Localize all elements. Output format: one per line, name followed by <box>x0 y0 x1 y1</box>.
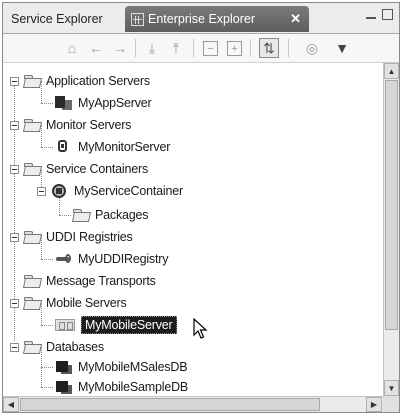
folder-icon <box>24 75 40 87</box>
tree-node-label: Service Containers <box>46 162 149 176</box>
export-icon[interactable]: ⤒ <box>167 39 185 57</box>
tree-guide-line <box>59 215 71 216</box>
explorer-view: Service Explorer Enterprise Explorer ✕ ⌂… <box>2 2 400 413</box>
scroll-down-arrow-icon[interactable]: ▼ <box>384 380 399 396</box>
toolbar-separator <box>288 39 289 57</box>
tree-node-service-containers[interactable]: Service Containers <box>10 159 148 179</box>
collapse-toggle-icon[interactable] <box>10 232 19 242</box>
tree-node-mobile-servers[interactable]: Mobile Servers <box>10 293 127 313</box>
enterprise-explorer-icon <box>131 12 144 26</box>
folder-icon <box>24 119 40 131</box>
vertical-scroll-thumb[interactable] <box>385 80 398 330</box>
scroll-left-arrow-icon[interactable]: ◀ <box>3 397 19 412</box>
database-icon <box>55 379 72 395</box>
folder-icon <box>24 231 40 243</box>
monitor-server-icon <box>55 139 72 155</box>
tree-node-label: Message Transports <box>46 274 156 288</box>
link-with-editor-icon[interactable]: ⇅ <box>259 38 279 58</box>
tree-node-label-selected: MyMobileServer <box>81 316 177 334</box>
tree-guide-line <box>41 103 53 104</box>
tab-enterprise-explorer-label: Enterprise Explorer <box>148 12 255 26</box>
filter-icon[interactable]: ◎ <box>301 39 323 57</box>
tree-node-my-uddi-registry[interactable]: MyUDDIRegistry <box>55 249 168 269</box>
folder-icon <box>24 297 40 309</box>
close-tab-icon[interactable]: ✕ <box>290 11 301 27</box>
horizontal-scroll-thumb[interactable] <box>20 398 320 411</box>
tab-service-explorer-label: Service Explorer <box>11 12 103 26</box>
collapse-toggle-icon[interactable] <box>10 76 19 86</box>
tree-node-application-servers[interactable]: Application Servers <box>10 71 150 91</box>
view-toolbar: ⌂ ← → ⤓ ⤒ − + ⇅ ◎ ▼ <box>3 34 399 63</box>
toolbar-separator <box>135 39 136 57</box>
toolbar-separator <box>193 39 194 57</box>
collapse-toggle-icon[interactable] <box>10 120 19 130</box>
database-icon <box>55 359 72 375</box>
folder-icon <box>73 209 89 221</box>
tree-node-my-mobile-msales-db[interactable]: MyMobileMSalesDB <box>55 357 188 377</box>
folder-icon <box>24 163 40 175</box>
tree-node-packages[interactable]: Packages <box>73 205 148 225</box>
tree-node-my-service-container[interactable]: MyServiceContainer <box>37 181 183 201</box>
mobile-server-icon <box>55 319 75 331</box>
horizontal-scrollbar[interactable]: ◀ ▶ <box>3 396 383 412</box>
tree-node-label: Application Servers <box>46 74 150 88</box>
expand-all-icon[interactable]: + <box>227 41 242 56</box>
view-menu-icon[interactable]: ▼ <box>333 39 351 57</box>
collapse-toggle-icon[interactable] <box>10 164 19 174</box>
toolbar-separator <box>250 39 251 57</box>
tree-node-my-mobile-server[interactable]: MyMobileServer <box>55 315 177 335</box>
tree-node-my-monitor-server[interactable]: MyMonitorServer <box>55 137 170 157</box>
tree-node-label: UDDI Registries <box>46 230 133 244</box>
tree-node-uddi-registries[interactable]: UDDI Registries <box>10 227 133 247</box>
tree-node-label: Mobile Servers <box>46 296 127 310</box>
service-container-icon <box>51 183 68 199</box>
collapse-toggle-icon[interactable] <box>10 298 19 308</box>
scroll-right-arrow-icon[interactable]: ▶ <box>366 397 382 412</box>
app-server-icon <box>55 95 72 111</box>
tree-guide-line <box>41 259 53 260</box>
scrollbar-corner <box>383 396 399 412</box>
tab-enterprise-explorer[interactable]: Enterprise Explorer ✕ <box>125 6 309 32</box>
folder-icon <box>24 341 40 353</box>
tree-node-databases[interactable]: Databases <box>10 337 104 357</box>
tree-node-my-mobile-sample-db[interactable]: MyMobileSampleDB <box>55 377 188 396</box>
tree-guide-line <box>41 367 53 368</box>
uddi-registry-icon <box>55 251 72 267</box>
scroll-up-arrow-icon[interactable]: ▲ <box>384 63 399 79</box>
tree-guide-line <box>41 387 53 388</box>
back-icon[interactable]: ← <box>87 39 105 57</box>
collapse-toggle-icon[interactable] <box>10 342 19 352</box>
mouse-cursor-icon <box>193 318 208 339</box>
tree-node-label: Packages <box>95 208 149 222</box>
import-icon[interactable]: ⤓ <box>143 39 161 57</box>
minimize-icon[interactable] <box>366 9 376 19</box>
maximize-icon[interactable] <box>382 9 393 20</box>
tree-node-label: MyServiceContainer <box>74 184 183 198</box>
tree-node-message-transports[interactable]: Message Transports <box>24 271 156 291</box>
tree-node-label: Monitor Servers <box>46 118 132 132</box>
collapse-all-icon[interactable]: − <box>203 41 218 56</box>
tree-node-label: MyMobileMSalesDB <box>78 360 188 374</box>
tree-guide-line <box>41 325 53 326</box>
vertical-scrollbar[interactable]: ▲ ▼ <box>383 63 399 396</box>
forward-icon[interactable]: → <box>111 39 129 57</box>
tree-node-label: MyMobileSampleDB <box>78 380 189 394</box>
tree-node-label: MyAppServer <box>78 96 152 110</box>
tree-node-my-app-server[interactable]: MyAppServer <box>55 93 152 113</box>
tab-bar: Service Explorer Enterprise Explorer ✕ <box>3 3 399 34</box>
window-buttons <box>366 9 393 20</box>
collapse-toggle-icon[interactable] <box>37 186 46 196</box>
tree-node-label: MyUDDIRegistry <box>78 252 169 266</box>
home-icon[interactable]: ⌂ <box>63 39 81 57</box>
tab-service-explorer[interactable]: Service Explorer <box>7 6 125 32</box>
folder-icon <box>24 275 40 287</box>
tree-node-monitor-servers[interactable]: Monitor Servers <box>10 115 131 135</box>
resource-tree: Application Servers MyAppServer Monitor … <box>3 63 383 396</box>
tree-node-label: Databases <box>46 340 104 354</box>
tree-node-label: MyMonitorServer <box>78 140 171 154</box>
tree-guide-line <box>41 147 53 148</box>
